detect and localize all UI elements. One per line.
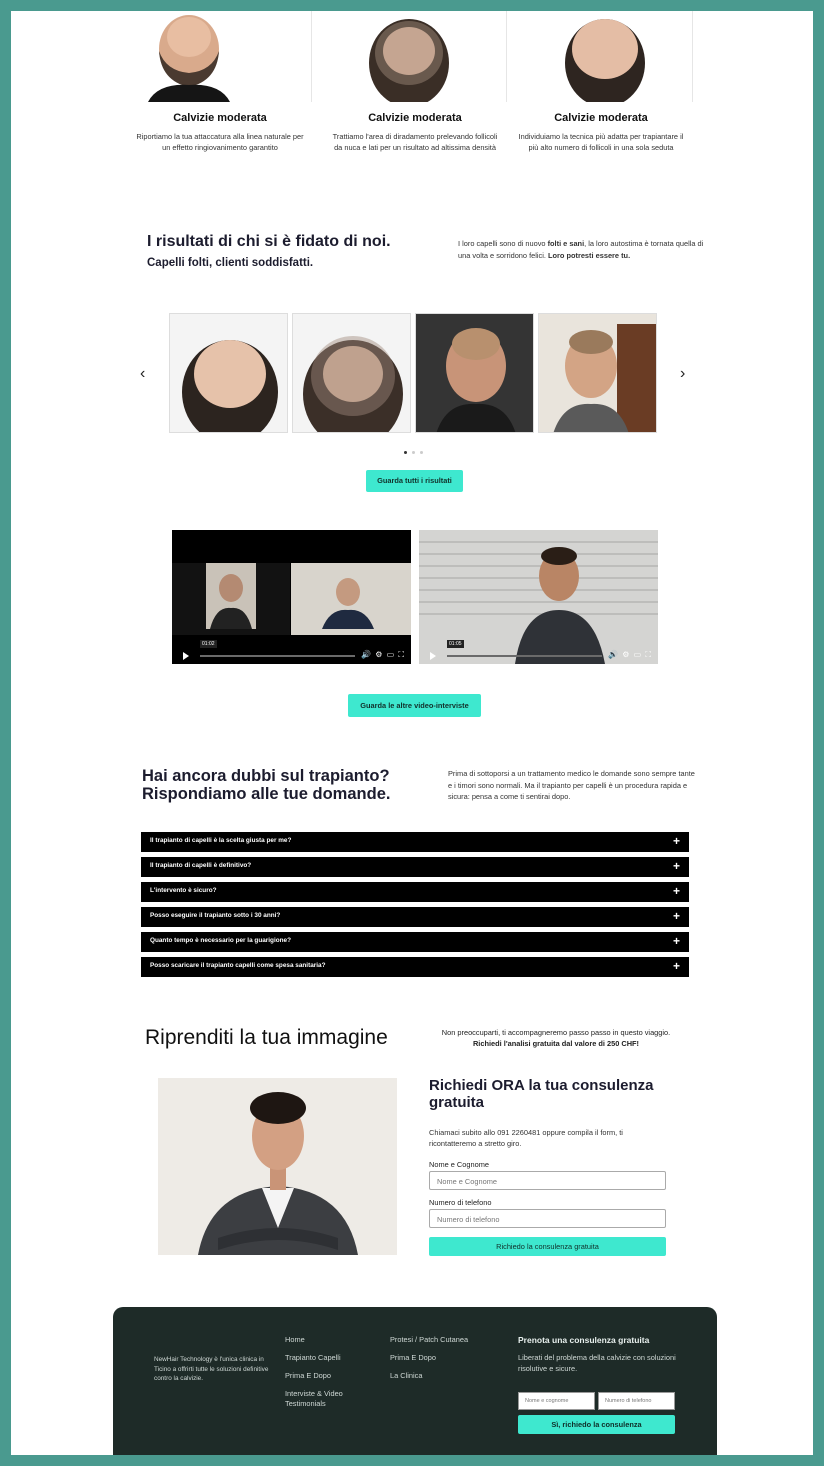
footer: NewHair Technology è l'unica clinica in … [113,1307,717,1455]
consult-desc-b: Richiedi l'analisi gratuita dal valore d… [472,1039,640,1048]
video-player-2[interactable]: 01:05 🔊 ⚙ ▭ ⛶ [419,530,658,664]
results-desc-a: I loro capelli sono di nuovo [458,239,548,248]
results-desc-b: folti e sani [547,239,585,248]
card-3: Calvizie moderata Individuiamo la tecnic… [509,11,693,171]
faq-item[interactable]: Posso eseguire il trapianto sotto i 30 a… [141,907,689,927]
consult-description: Non preoccuparti, ti accompagneremo pass… [436,1027,676,1049]
card-photo [509,11,693,102]
video-control-icons[interactable]: 🔊 ⚙ ▭ ⛶ [361,650,405,660]
plus-icon[interactable]: + [673,959,680,973]
faq-item[interactable]: Posso scaricare il trapianto capelli com… [141,957,689,977]
faq-question: Posso eseguire il trapianto sotto i 30 a… [150,912,281,919]
carousel-dot[interactable] [404,451,407,454]
footer-link-prima-dopo-2[interactable]: Prima E Dopo [390,1353,436,1363]
video-progress-bar[interactable] [200,655,355,657]
video-control-icons[interactable]: 🔊 ⚙ ▭ ⛶ [608,650,652,660]
form-title: Richiedi ORA la tua consulenza gratuita [429,1077,654,1111]
footer-link-trapianto[interactable]: Trapianto Capelli [285,1353,341,1363]
card-text: Riportiamo la tua attaccatura alla linea… [136,132,304,152]
card-text: Individuiamo la tecnica più adatta per t… [518,132,684,152]
faq-item[interactable]: L'intervento è sicuro? + [141,882,689,902]
play-icon[interactable] [183,652,189,660]
faq-title: Hai ancora dubbi sul trapianto? Rispondi… [142,767,391,803]
results-subtitle: Capelli folti, clienti soddisfatti. [147,257,314,269]
footer-link-interviste[interactable]: Interviste & Video Testimonials [285,1389,365,1409]
video-controls: 01:05 🔊 ⚙ ▭ ⛶ [419,640,658,664]
results-carousel [169,313,659,433]
footer-link-clinica[interactable]: La Clinica [390,1371,422,1381]
faq-description: Prima di sottoporsi a un trattamento med… [448,769,695,801]
video-time: 01:02 [200,640,217,648]
card-2: Calvizie moderata Trattiamo l'area di di… [323,11,507,171]
form-description: Chiamaci subito allo 091 2260481 oppure … [429,1128,623,1148]
phone-label: Numero di telefono [429,1198,492,1207]
results-desc-d: Loro potresti essere tu. [547,251,631,260]
plus-icon[interactable]: + [673,834,680,848]
play-icon[interactable] [430,652,436,660]
card-1: Calvizie moderata Riportiamo la tua atta… [128,11,312,171]
card-title: Calvizie moderata [368,112,462,124]
more-interviews-button[interactable]: Guarda le altre video-interviste [348,694,481,717]
faq-item[interactable]: Quanto tempo è necessario per la guarigi… [141,932,689,952]
faq-question: Quanto tempo è necessario per la guarigi… [150,937,291,944]
video-player-1[interactable]: 01:02 🔊 ⚙ ▭ ⛶ [172,530,411,664]
landing-page: Calvizie moderata Riportiamo la tua atta… [11,11,813,1455]
plus-icon[interactable]: + [673,859,680,873]
carousel-dot[interactable] [412,451,415,454]
faq-item[interactable]: Il trapianto di capelli è la scelta gius… [141,832,689,852]
video-controls: 01:02 🔊 ⚙ ▭ ⛶ [172,640,411,664]
plus-icon[interactable]: + [673,934,680,948]
faq-question: Il trapianto di capelli è definitivo? [150,862,252,869]
faq-question: L'intervento è sicuro? [150,887,217,894]
carousel-slide[interactable] [292,313,411,433]
carousel-slide[interactable] [169,313,288,433]
plus-icon[interactable]: + [673,909,680,923]
card-photo [128,11,312,102]
name-input[interactable]: Nome e Cognome [429,1171,666,1190]
carousel-next-button[interactable]: › [680,365,685,383]
name-label: Nome e Cognome [429,1160,489,1169]
carousel-prev-button[interactable]: ‹ [140,365,145,383]
doctor-portrait [158,1078,397,1255]
footer-name-input[interactable]: Nome e cognome [518,1392,595,1410]
footer-about: NewHair Technology è l'unica clinica in … [154,1356,269,1382]
footer-link-home[interactable]: Home [285,1335,305,1345]
card-text: Trattiamo l'area di diradamento prelevan… [332,132,498,152]
faq-question: Posso scaricare il trapianto capelli com… [150,962,326,969]
faq-item[interactable]: Il trapianto di capelli è definitivo? + [141,857,689,877]
request-consultation-button[interactable]: Richiedo la consulenza gratuita [429,1237,666,1256]
carousel-dots [404,451,434,455]
card-title: Calvizie moderata [554,112,648,124]
see-all-results-button[interactable]: Guarda tutti i risultati [366,470,463,492]
consult-title: Riprenditi la tua immagine [145,1026,388,1049]
carousel-slide[interactable] [538,313,657,433]
footer-form-title: Prenota una consulenza gratuita [518,1335,650,1345]
results-description: I loro capelli sono di nuovo folti e san… [458,238,708,262]
video-time: 01:05 [447,640,464,648]
footer-form-description: Liberati del problema della calvizie con… [518,1353,676,1373]
results-title: I risultati di chi si è fidato di noi. [147,233,391,250]
footer-link-protesi[interactable]: Protesi / Patch Cutanea [390,1335,468,1345]
footer-link-prima-dopo[interactable]: Prima E Dopo [285,1371,331,1381]
carousel-dot[interactable] [420,451,423,454]
baldness-cards: Calvizie moderata Riportiamo la tua atta… [128,11,693,171]
footer-submit-button[interactable]: Sì, richiedo la consulenza [518,1415,675,1434]
card-title: Calvizie moderata [173,112,267,124]
card-photo [323,11,507,102]
carousel-slide[interactable] [415,313,534,433]
plus-icon[interactable]: + [673,884,680,898]
video-progress-bar[interactable] [447,655,602,657]
consult-desc-a: Non preoccuparti, ti accompagneremo pass… [441,1028,671,1037]
footer-phone-input[interactable]: Numero di telefono [598,1392,675,1410]
phone-input[interactable]: Numero di telefono [429,1209,666,1228]
faq-question: Il trapianto di capelli è la scelta gius… [150,837,292,844]
